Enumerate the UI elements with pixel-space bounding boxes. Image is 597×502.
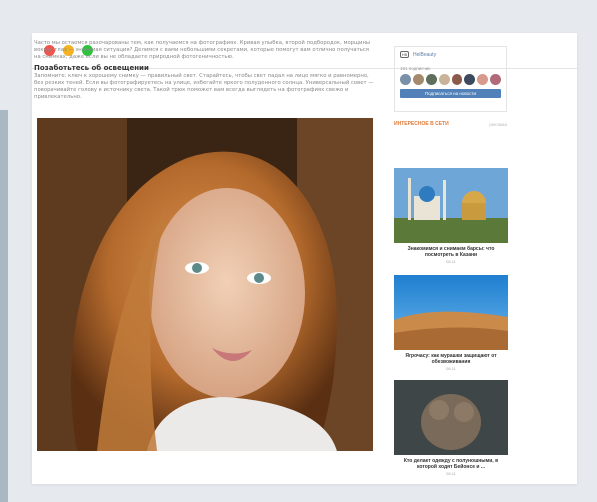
avatar[interactable]: [400, 74, 411, 85]
recommendation-card[interactable]: Знакомимся и снимаем барсы: что посмотре…: [394, 168, 508, 264]
group-logo-icon: HB: [400, 51, 409, 58]
card-date: 08.11: [446, 366, 456, 371]
card-caption[interactable]: Знакомимся и снимаем барсы: что посмотре…: [394, 246, 508, 258]
article-text: Часто мы остаемся разочарованы тем, как …: [34, 40, 374, 101]
avatar[interactable]: [412, 74, 424, 85]
card-image[interactable]: [394, 380, 508, 455]
interesting-header: ИНТЕРЕСНОЕ В СЕТИ реклама: [394, 121, 507, 127]
recommendation-card[interactable]: Кто делает одежду с полуношными, в котор…: [394, 380, 508, 476]
subscribe-button[interactable]: Подписаться на новости: [400, 89, 501, 98]
article-intro: Часто мы остаемся разочарованы тем, как …: [34, 40, 371, 61]
ad-label: реклама: [489, 121, 507, 127]
avatar[interactable]: [425, 74, 437, 85]
group-widget: HB HelBeauty 161 подписчик Подписаться н…: [394, 46, 507, 112]
card-date: 08.11: [446, 259, 456, 264]
card-image[interactable]: [394, 275, 508, 350]
recommendation-card[interactable]: Ягрочасу: как мурашки защищают от обезво…: [394, 275, 508, 371]
avatar[interactable]: [438, 74, 450, 85]
group-name-link[interactable]: HelBeauty: [413, 52, 436, 58]
card-date: 08.11: [446, 471, 456, 476]
side-accent-bar: [0, 110, 8, 502]
article-body: Запомните: ключ к хорошему снимку — прав…: [34, 72, 374, 101]
group-members-count: 161 подписчик: [400, 66, 431, 71]
avatar[interactable]: [490, 74, 501, 85]
avatar[interactable]: [464, 74, 476, 85]
interesting-title: ИНТЕРЕСНОЕ В СЕТИ: [394, 121, 449, 127]
article-heading: Позаботьтесь об освещении: [34, 63, 149, 72]
card-caption[interactable]: Кто делает одежду с полуношными, в котор…: [394, 458, 508, 470]
card-image[interactable]: [394, 168, 508, 243]
member-avatars: [400, 74, 501, 85]
article-photo: [37, 118, 373, 451]
card-caption[interactable]: Ягрочасу: как мурашки защищают от обезво…: [394, 353, 508, 365]
sidebar: HB HelBeauty 161 подписчик Подписаться н…: [394, 46, 507, 127]
avatar[interactable]: [477, 74, 489, 85]
avatar[interactable]: [451, 74, 463, 85]
